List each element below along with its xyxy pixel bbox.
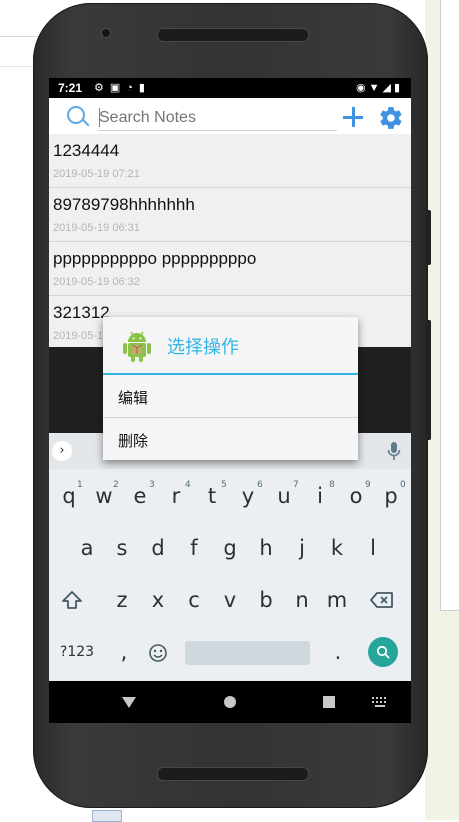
context-dialog: 选择操作 编辑 删除	[103, 317, 358, 460]
key-a[interactable]: a	[72, 528, 102, 568]
desktop-button[interactable]	[92, 810, 122, 822]
key-s[interactable]: s	[107, 528, 137, 568]
soft-keyboard: › q w e r t y u i o p 1 2 3 4 5 6 7 8 9 …	[49, 433, 411, 681]
notification-icons: ⚙▣◔▮	[94, 82, 151, 94]
note-title: 321312	[53, 303, 110, 322]
backspace-icon[interactable]	[370, 592, 394, 608]
list-item[interactable]: ppppppppppo pppppppppo 2019-05-19 06:32	[49, 242, 411, 296]
dialog-title: 选择操作	[167, 337, 239, 358]
key-hint: 9	[365, 480, 371, 490]
option-label: 删除	[118, 432, 149, 450]
key-b[interactable]: b	[251, 580, 281, 620]
list-item[interactable]: 1234444 2019-05-19 07:21	[49, 134, 411, 188]
status-bar: 7:21 ⚙▣◔▮ ◉▼◢▮	[49, 78, 411, 98]
text-cursor	[99, 108, 100, 127]
note-title: 1234444	[53, 141, 120, 160]
key-f[interactable]: f	[179, 528, 209, 568]
key-g[interactable]: g	[215, 528, 245, 568]
search-toolbar	[49, 98, 411, 134]
emoji-icon[interactable]	[148, 643, 168, 663]
edit-option[interactable]: 编辑	[103, 375, 358, 417]
keyboard-row-3: z x c v b n m	[49, 580, 411, 620]
shift-icon[interactable]	[61, 590, 83, 610]
search-icon	[376, 645, 390, 659]
keyboard-row-1: q w e r t y u i o p 1 2 3 4 5 6 7 8 9 0	[49, 476, 411, 516]
dialog-header: 选择操作	[103, 317, 358, 373]
chevron-right-icon[interactable]: ›	[52, 441, 72, 461]
key-h[interactable]: h	[251, 528, 281, 568]
key-j[interactable]: j	[287, 528, 317, 568]
list-item[interactable]: 89789798hhhhhhh 2019-05-19 06:31	[49, 188, 411, 242]
divider	[0, 36, 40, 37]
keyboard-row-2: a s d f g h j k l	[49, 528, 411, 568]
option-label: 编辑	[118, 389, 149, 407]
note-title: ppppppppppo pppppppppo	[53, 249, 257, 268]
key-m[interactable]: m	[322, 580, 352, 620]
front-camera	[101, 28, 111, 38]
key-n[interactable]: n	[287, 580, 317, 620]
key-period[interactable]: .	[323, 632, 353, 672]
key-comma[interactable]: ,	[109, 632, 139, 672]
key-hint: 4	[185, 480, 191, 490]
key-hint: 0	[400, 480, 406, 490]
key-x[interactable]: x	[143, 580, 173, 620]
power-button[interactable]	[426, 320, 431, 440]
key-hint: 5	[221, 480, 227, 490]
note-date: 2019-05-19 07:21	[53, 168, 140, 180]
status-time: 7:21	[58, 81, 83, 95]
key-v[interactable]: v	[215, 580, 245, 620]
add-note-icon[interactable]	[343, 107, 363, 127]
note-date: 2019-05-19 06:31	[53, 222, 140, 234]
key-hint: 7	[293, 480, 299, 490]
key-hint: 3	[149, 480, 155, 490]
delete-option[interactable]: 删除	[103, 418, 358, 460]
side-panel	[440, 0, 459, 611]
key-l[interactable]: l	[358, 528, 388, 568]
system-icons: ◉▼◢▮	[356, 82, 403, 94]
home-icon[interactable]	[224, 696, 236, 708]
note-date: 2019-05-19 06:32	[53, 276, 140, 288]
key-c[interactable]: c	[179, 580, 209, 620]
search-enter-key[interactable]	[368, 637, 398, 667]
key-hint: 8	[329, 480, 335, 490]
note-title: 89789798hhhhhhh	[53, 195, 195, 214]
key-z[interactable]: z	[107, 580, 137, 620]
android-icon	[123, 331, 151, 362]
key-hint: 2	[113, 480, 119, 490]
note-date: 2019-05-19	[53, 330, 110, 342]
key-d[interactable]: d	[143, 528, 173, 568]
keyboard-switch-icon[interactable]	[372, 697, 388, 707]
key-k[interactable]: k	[322, 528, 352, 568]
search-input[interactable]	[99, 107, 334, 129]
symbols-key[interactable]: ?123	[57, 632, 97, 672]
navigation-bar	[49, 681, 411, 723]
bottom-speaker	[157, 767, 309, 781]
gear-icon[interactable]	[378, 105, 404, 131]
recents-icon[interactable]	[323, 696, 335, 708]
keyboard-row-4: ?123 , .	[49, 632, 411, 672]
volume-button[interactable]	[426, 210, 431, 265]
microphone-icon[interactable]	[387, 442, 401, 460]
search-icon[interactable]	[67, 106, 85, 124]
search-underline	[99, 130, 337, 131]
back-icon[interactable]	[122, 697, 136, 708]
space-bar[interactable]	[185, 641, 310, 665]
key-hint: 6	[257, 480, 263, 490]
top-speaker	[157, 28, 309, 42]
key-hint: 1	[77, 480, 83, 490]
